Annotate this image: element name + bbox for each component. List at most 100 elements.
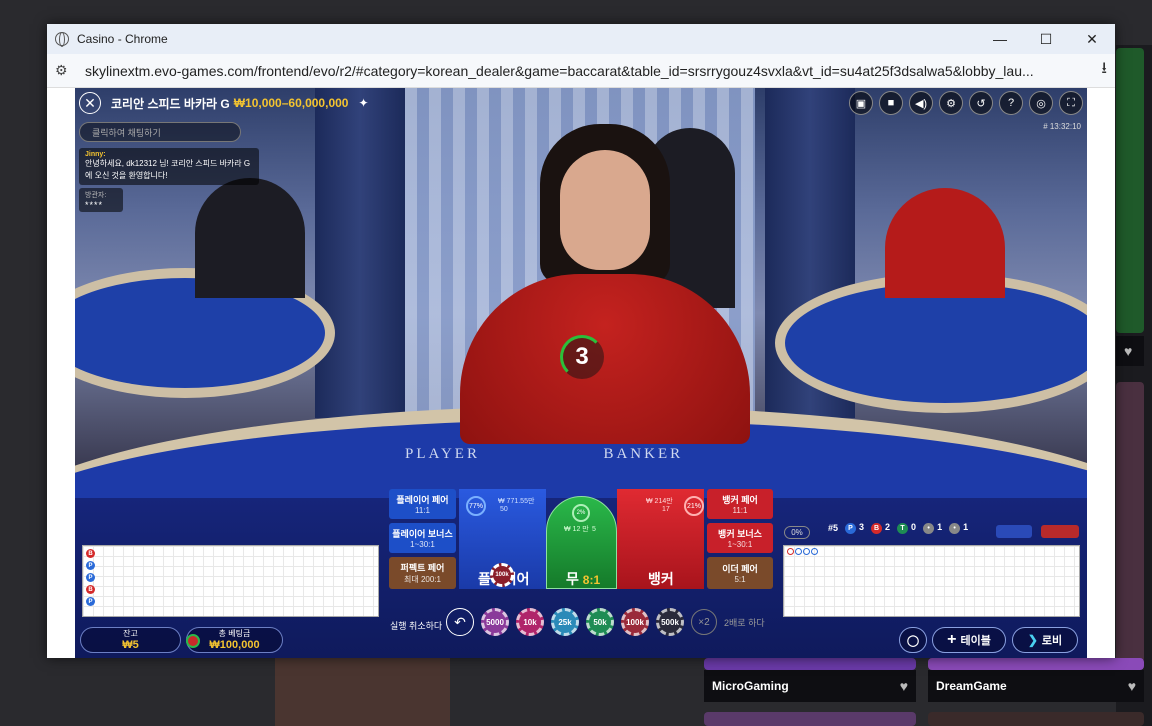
countdown-timer: 3 [560, 335, 604, 379]
video-icon[interactable]: ■ [879, 91, 903, 115]
felt-banker-label: BANKER [603, 446, 684, 462]
road-result: B [86, 549, 95, 558]
history-icon[interactable]: ↺ [969, 91, 993, 115]
felt-labels: PLAYER BANKER [405, 446, 683, 463]
either-pair-bet[interactable]: 이더 페어 5:1 [707, 557, 773, 589]
settings-icon[interactable]: ⚙ [939, 91, 963, 115]
banker-count: 2 [885, 522, 891, 532]
bet-odds: 1~30:1 [410, 540, 435, 549]
chip-tray: ↶ 5000 10k 25k 50k 100k 500k ×2 2배로 하다 [446, 608, 765, 636]
tie-text: 무 [566, 571, 579, 587]
heart-icon[interactable]: ♥ [900, 678, 908, 694]
road-result [795, 548, 802, 555]
placed-chip: 100k [490, 563, 514, 587]
tie-odds: 8:1 [582, 573, 601, 587]
banker-pair-count: 1 [963, 522, 969, 532]
chip-25k[interactable]: 25k [551, 608, 579, 636]
game-tile[interactable] [1116, 48, 1144, 333]
chat-user: Jinny: [85, 151, 106, 158]
url-text[interactable]: skylinextm.evo-games.com/frontend/evo/r2… [85, 63, 1065, 79]
bet-odds: 11:1 [415, 506, 430, 515]
ask-banker-button[interactable] [1041, 525, 1079, 538]
chat-message: Jinny: 안녕하세요, dk12312 님! 코리안 스피드 바카라 G에 … [79, 148, 259, 185]
close-window-button[interactable]: ✕ [1069, 24, 1115, 54]
lobby-button[interactable]: ❯ 로비 [1012, 627, 1078, 653]
help-icon[interactable]: ? [999, 91, 1023, 115]
bet-label: 퍼펙트 페어 [400, 563, 445, 573]
chip-5000[interactable]: 5000 [481, 608, 509, 636]
maximize-button[interactable]: ☐ [1023, 24, 1069, 54]
game-tile[interactable] [704, 712, 916, 726]
game-tile[interactable] [1116, 382, 1144, 662]
perfect-pair-bet[interactable]: 퍼펙트 페어 최대 200:1 [389, 557, 456, 589]
fullscreen-icon[interactable]: ⛶ [1059, 91, 1083, 115]
game-tile[interactable] [928, 658, 1144, 670]
table-limits[interactable]: ₩10,000–60,000,000 [234, 96, 349, 110]
chat-icon[interactable]: ▣ [849, 91, 873, 115]
felt-player-label: PLAYER [405, 446, 480, 462]
tie-amount: ₩ 12 만 [564, 526, 589, 533]
provider-card-microgaming[interactable]: MicroGaming ♥ [704, 670, 916, 702]
tie-count: 5 [592, 526, 596, 533]
game-tile-footer[interactable]: ♥ [1116, 336, 1144, 366]
side-dealer [195, 178, 305, 298]
chat-toggle-button[interactable]: ◯ [899, 627, 927, 653]
banker-pair-bet[interactable]: 뱅커 페어 11:1 [707, 489, 773, 519]
side-dealer [885, 188, 1005, 298]
plus-icon: + [947, 631, 957, 648]
download-icon[interactable]: ⭳ [1101, 57, 1107, 84]
road-result [803, 548, 810, 555]
player-bonus-bet[interactable]: 플레이어 보너스 1~30:1 [389, 523, 456, 553]
player-icon: P [845, 523, 857, 534]
player-count: 50 [500, 506, 508, 513]
undo-icon[interactable]: ↶ [446, 608, 474, 636]
bet-label: 이더 페어 [722, 564, 758, 574]
chat-text: **** [85, 200, 104, 210]
player-pair-icon: • [923, 523, 935, 534]
table-button[interactable]: + 테이블 [932, 627, 1006, 653]
player-pair-bet[interactable]: 플레이어 페어 11:1 [389, 489, 456, 519]
total-bet-label: 총 베팅금 [218, 629, 251, 638]
game-tile[interactable] [704, 658, 916, 670]
chip-100k[interactable]: 100k [621, 608, 649, 636]
big-road [783, 545, 1080, 617]
dealer [460, 124, 750, 444]
bet-label: 뱅커 페어 [722, 495, 758, 505]
chip-500k[interactable]: 500k [656, 608, 684, 636]
chip-50k[interactable]: 50k [586, 608, 614, 636]
minimize-button[interactable]: — [977, 24, 1023, 54]
player-count: 3 [859, 522, 865, 532]
provider-card-dreamgame[interactable]: DreamGame ♥ [928, 670, 1144, 702]
pin-icon[interactable]: ✦ [358, 96, 368, 110]
balance-label: 잔고 [123, 629, 138, 638]
banker-bonus-bet[interactable]: 뱅커 보너스 1~30:1 [707, 523, 773, 553]
bet-label: 플레이어 보너스 [392, 529, 453, 539]
banker-icon: B [871, 523, 883, 534]
undo-label: 실행 취소하다 [390, 621, 443, 631]
chip-10k[interactable]: 10k [516, 608, 544, 636]
window-title: Casino - Chrome [77, 32, 168, 46]
heart-icon[interactable]: ♥ [1128, 678, 1136, 694]
tie-percent: 2% [572, 504, 590, 522]
heart-icon[interactable]: ♥ [1124, 343, 1132, 359]
provider-label: MicroGaming [712, 679, 789, 693]
sound-icon[interactable]: ◀) [909, 91, 933, 115]
close-game-icon[interactable]: ✕ [79, 92, 101, 114]
road-stats: #5 P3 B2 T0 • 1 • 1 [828, 522, 968, 534]
chat-input[interactable]: 클릭하여 채팅하기 [79, 122, 241, 142]
lobby-icon: ❯ [1027, 633, 1038, 647]
double-button[interactable]: ×2 [691, 609, 717, 635]
provider-label: DreamGame [936, 679, 1007, 693]
banker-label: 뱅커 [648, 571, 674, 587]
chip-stack-icon [186, 634, 200, 648]
game-tile[interactable] [928, 712, 1144, 726]
address-bar: ⚙ skylinextm.evo-games.com/frontend/evo/… [47, 54, 1115, 88]
site-settings-icon[interactable]: ⚙ [55, 62, 73, 79]
bet-odds: 5:1 [734, 575, 746, 584]
globe-icon [55, 32, 69, 47]
support-icon[interactable]: ◎ [1029, 91, 1053, 115]
ask-player-button[interactable] [996, 525, 1032, 538]
banker-count: 17 [662, 506, 670, 513]
banker-pair-icon: • [949, 523, 961, 534]
lobby-button-label: 로비 [1041, 635, 1063, 647]
